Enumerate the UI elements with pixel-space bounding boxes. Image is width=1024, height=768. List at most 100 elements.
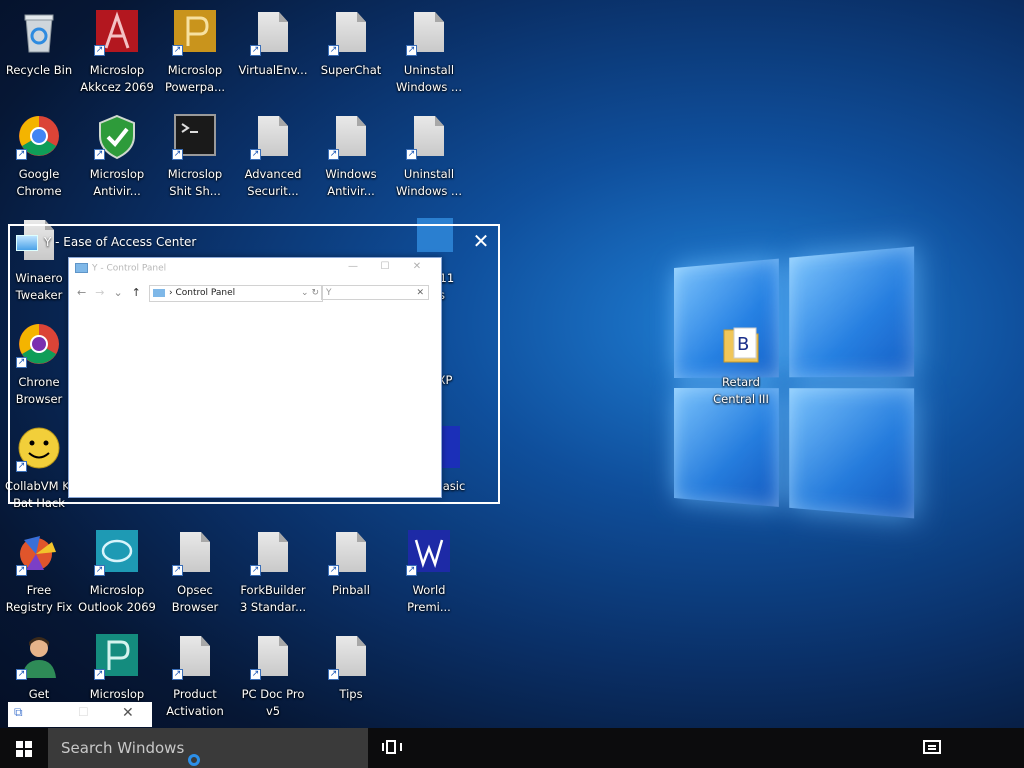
desktop-icon-label: Windows Antivir... — [325, 167, 377, 198]
desktop-icon-microslop-akkcez[interactable]: ↗ Microslop Akkcez 2069 — [78, 8, 156, 104]
file-icon: ↗ — [328, 114, 374, 160]
desktop-icon-uninstall-windows-2[interactable]: ↗ Uninstall Windows ... — [390, 112, 468, 208]
control-panel-window[interactable]: Y - Control Panel — ☐ ✕ ← → ⌄ ↑ › Control Pan… — [68, 257, 442, 498]
shortcut-arrow-icon: ↗ — [172, 669, 183, 680]
desktop-icon-retard-central[interactable]: B Retard Central III — [701, 320, 781, 416]
shortcut-arrow-icon: ↗ — [328, 669, 339, 680]
word-icon: ↗ — [406, 530, 452, 576]
shortcut-arrow-icon: ↗ — [250, 669, 261, 680]
window-title-text: Y - Ease of Access Center — [44, 235, 197, 249]
window-title: Y - Ease of Access Center — [16, 232, 196, 252]
desktop-icon-label: Advanced Securit... — [244, 167, 302, 198]
shortcut-arrow-icon: ↗ — [406, 149, 417, 160]
search-input[interactable]: Search Windows — [48, 728, 368, 768]
shortcut-arrow-icon: ↗ — [16, 149, 27, 160]
shortcut-arrow-icon: ↗ — [16, 669, 27, 680]
desktop-icon-label: Uninstall Windows ... — [396, 63, 462, 94]
desktop-icon-label: Microslop Antivir... — [89, 167, 145, 198]
desktop-icon-label: SuperChat — [320, 63, 382, 77]
shortcut-arrow-icon: ↗ — [94, 45, 105, 56]
desktop-icon-google-chrome[interactable]: ↗ Google Chrome — [0, 112, 78, 208]
forward-arrow-icon[interactable]: → — [95, 286, 104, 299]
desktop-icon-microslop-shit-sh[interactable]: ↗ Microslop Shit Sh... — [156, 112, 234, 208]
desktop-icon-pinball[interactable]: ↗ Pinball — [312, 528, 390, 624]
start-button[interactable] — [0, 728, 48, 768]
desktop-icon-superchat[interactable]: ↗ SuperChat — [312, 8, 390, 104]
address-separator: › — [169, 288, 173, 298]
address-text: Control Panel — [175, 288, 236, 298]
person-icon: ↗ — [16, 634, 62, 680]
control-panel-icon — [153, 288, 165, 297]
back-arrow-icon[interactable]: ← — [77, 286, 86, 299]
recent-dropdown-icon[interactable]: ⌄ — [113, 286, 122, 299]
cortana-icon[interactable] — [188, 754, 200, 766]
shortcut-arrow-icon: ↗ — [94, 149, 105, 160]
shortcut-arrow-icon: ↗ — [328, 565, 339, 576]
outlook-icon: ↗ — [94, 530, 140, 576]
clear-search-icon[interactable]: ✕ — [416, 286, 424, 301]
chevron-down-icon[interactable]: ⌄ — [301, 288, 309, 298]
desktop-icon-label: Google Chrome — [16, 167, 62, 198]
desktop-icon-label: Microslop Akkcez 2069 — [80, 63, 154, 94]
file-icon: ↗ — [250, 10, 296, 56]
shortcut-arrow-icon: ↗ — [250, 45, 261, 56]
desktop-icon-uninstall-windows[interactable]: ↗ Uninstall Windows ... — [390, 8, 468, 104]
navigation-bar: ← → ⌄ ↑ — [77, 286, 150, 299]
desktop-icon-tips[interactable]: ↗ Tips — [312, 632, 390, 728]
desktop-icon-label: Product Activation — [166, 687, 224, 718]
search-value: Y — [326, 288, 332, 298]
folder-icon: B — [718, 322, 764, 368]
shortcut-arrow-icon: ↗ — [250, 149, 261, 160]
logo-pane — [789, 388, 915, 519]
desktop-icon-advanced-securit[interactable]: ↗ Advanced Securit... — [234, 112, 312, 208]
desktop-icon-label: Retard Central III — [713, 375, 769, 406]
up-arrow-icon[interactable]: ↑ — [132, 286, 141, 299]
desktop-icon-pc-doc-pro[interactable]: ↗ PC Doc Pro v5 — [234, 632, 312, 728]
address-actions: ⌄ ↻ — [301, 286, 319, 301]
address-bar[interactable]: › Control Panel ⌄ ↻ — [149, 285, 323, 302]
shortcut-arrow-icon: ↗ — [16, 565, 27, 576]
task-view-icon[interactable] — [382, 739, 402, 757]
maximize-button[interactable]: ☐ — [78, 705, 89, 719]
shortcut-arrow-icon: ↗ — [328, 45, 339, 56]
logo-pane — [789, 246, 915, 378]
powerpoint-icon: ↗ — [172, 10, 218, 56]
desktop-icon-free-registry-fix[interactable]: ↗ Free Registry Fix — [0, 528, 78, 624]
window-controls: — ☐ ✕ — [337, 261, 433, 272]
desktop-icon-label: VirtualEnv... — [238, 63, 308, 77]
chrome-icon: ↗ — [16, 114, 62, 160]
close-button[interactable]: ✕ — [470, 230, 492, 252]
desktop-icon-world-premi[interactable]: ↗ World Premi... — [390, 528, 468, 624]
desktop-icon-virtualenv[interactable]: ↗ VirtualEnv... — [234, 8, 312, 104]
desktop-icon-forkbuilder[interactable]: ↗ ForkBuilder 3 Standar... — [234, 528, 312, 624]
shortcut-arrow-icon: ↗ — [94, 565, 105, 576]
file-icon: ↗ — [406, 114, 452, 160]
refresh-icon[interactable]: ↻ — [311, 288, 319, 298]
minimize-button[interactable]: — — [337, 261, 369, 272]
desktop-icon-label: Microslop Outlook 2069 — [78, 583, 156, 614]
close-button[interactable]: ✕ — [122, 705, 134, 721]
file-icon: ↗ — [172, 530, 218, 576]
maximize-button[interactable]: ☐ — [369, 261, 401, 272]
restore-icon[interactable]: ⧉ — [14, 705, 23, 720]
desktop-icon-microslop-outlook[interactable]: ↗ Microslop Outlook 2069 — [78, 528, 156, 624]
file-icon: ↗ — [172, 634, 218, 680]
file-icon: ↗ — [328, 10, 374, 56]
desktop-icon-product-activation[interactable]: ↗ Product Activation — [156, 632, 234, 728]
desktop-icon-opsec-browser[interactable]: ↗ Opsec Browser — [156, 528, 234, 624]
desktop-icon-windows-antivir[interactable]: ↗ Windows Antivir... — [312, 112, 390, 208]
desktop-icon-label: Uninstall Windows ... — [396, 167, 462, 198]
action-center-icon[interactable] — [923, 740, 941, 754]
desktop-icon-microslop-antivir[interactable]: ↗ Microslop Antivir... — [78, 112, 156, 208]
shortcut-arrow-icon: ↗ — [406, 45, 417, 56]
desktop-icon-recycle-bin[interactable]: Recycle Bin — [0, 8, 78, 104]
shortcut-arrow-icon: ↗ — [94, 669, 105, 680]
close-button[interactable]: ✕ — [401, 261, 433, 272]
desktop-icon-label: World Premi... — [407, 583, 451, 614]
desktop-icon-label: Tips — [339, 687, 363, 701]
desktop-icon-label: Microslop Powerpa... — [164, 63, 226, 94]
desktop-icon-label: ForkBuilder 3 Standar... — [239, 583, 307, 614]
desktop-icon-microslop-powerpa[interactable]: ↗ Microslop Powerpa... — [156, 8, 234, 104]
search-input[interactable]: Y ✕ — [321, 285, 429, 300]
mini-window[interactable]: ⧉ ☐ ✕ — [8, 702, 152, 727]
